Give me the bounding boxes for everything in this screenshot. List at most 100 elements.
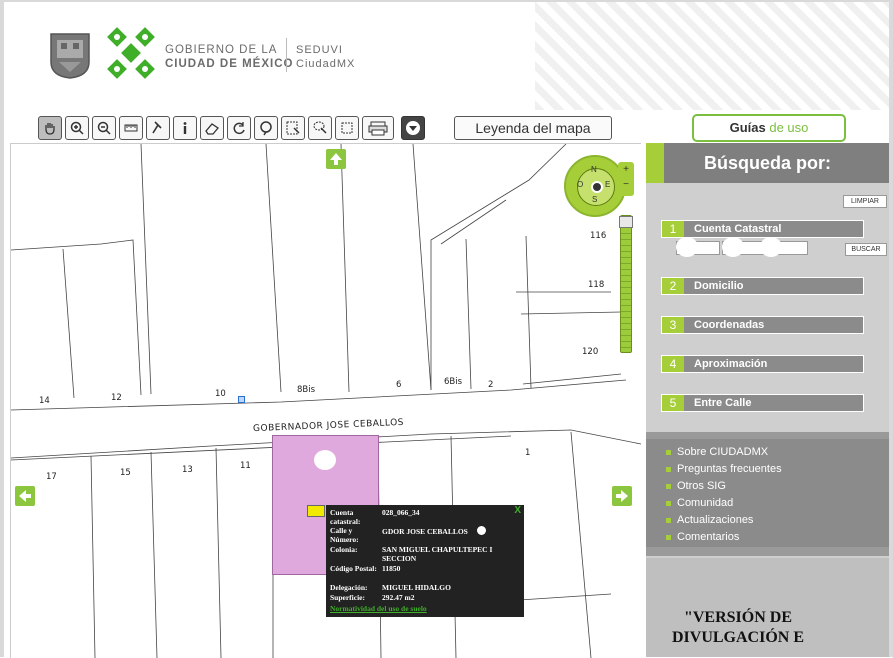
clear-button[interactable]: LIMPIAR (843, 195, 887, 208)
zoom-controls: + − (618, 162, 634, 196)
location-point[interactable] (238, 396, 245, 403)
pan-north-button[interactable] (326, 149, 346, 169)
land-use-link[interactable]: Normatividad del uso de suelo (330, 604, 427, 613)
option-number: 4 (662, 356, 684, 372)
lot-number: 118 (588, 280, 605, 290)
compass-west[interactable]: O (577, 180, 583, 189)
zoom-plus-button[interactable]: + (618, 162, 634, 177)
info-icon[interactable] (173, 116, 197, 140)
zoom-minus-button[interactable]: − (618, 177, 634, 192)
pan-west-button[interactable] (15, 486, 35, 506)
select-area-icon[interactable] (335, 116, 359, 140)
panel-title: Búsqueda por: (704, 153, 832, 173)
panel-divider (646, 547, 889, 556)
lot-number: 14 (39, 396, 50, 406)
zoom-slider[interactable] (620, 215, 632, 353)
link-label: Actualizaciones (677, 514, 754, 526)
logo-divider (286, 38, 287, 72)
lot-number: 116 (590, 231, 607, 241)
compass-north[interactable]: N (591, 165, 597, 174)
government-name: GOBIERNO DE LA CIUDAD DE MÉXICO (165, 43, 293, 71)
field-value: SAN MIGUEL CHAPULTEPEC I SECCION (382, 545, 493, 563)
search-option-4[interactable]: 4 Aproximación (661, 355, 864, 373)
arrow-left-icon (19, 490, 31, 502)
measure-ruler-icon[interactable] (119, 116, 143, 140)
bullet-icon (666, 500, 671, 506)
agency-name: SEDUVI CiudadMX (296, 43, 355, 71)
lot-number: 6Bis (444, 377, 463, 387)
link-label: Comentarios (677, 531, 740, 543)
compass-south[interactable]: S (592, 195, 597, 204)
search-button[interactable]: BUSCAR (845, 243, 887, 256)
search-option-3[interactable]: 3 Coordenadas (661, 316, 864, 334)
legend-button[interactable]: Leyenda del mapa (454, 116, 612, 140)
eraser-icon[interactable] (200, 116, 224, 140)
link-updates[interactable]: Actualizaciones (666, 514, 753, 526)
compass-center-dot (591, 181, 603, 193)
field-label: Superficie: (330, 593, 365, 602)
option-number: 3 (662, 317, 684, 333)
link-faq[interactable]: Preguntas frecuentes (666, 463, 782, 475)
link-label: Comunidad (677, 497, 734, 509)
guides-label-a: Guías (729, 120, 766, 135)
lot-number: 15 (120, 468, 131, 478)
link-label: Otros SIG (677, 480, 726, 492)
bullet-icon (666, 534, 671, 540)
lot-number: 8Bis (297, 385, 316, 395)
window-frame-right (889, 0, 893, 657)
link-comments[interactable]: Comentarios (666, 531, 739, 543)
download-icon[interactable] (401, 116, 425, 140)
field-value: MIGUEL HIDALGO (382, 583, 451, 592)
link-about[interactable]: Sobre CIUDADMX (666, 446, 768, 458)
search-option-2[interactable]: 2 Domicilio (661, 277, 864, 295)
link-community[interactable]: Comunidad (666, 497, 733, 509)
zoom-out-icon[interactable] (92, 116, 116, 140)
redaction-dot (477, 526, 486, 535)
bullet-icon (666, 483, 671, 489)
version-line-2: DIVULGACIÓN E (671, 629, 804, 646)
option-label: Aproximación (694, 358, 768, 370)
rotate-right-icon[interactable] (254, 116, 278, 140)
field-label: Colonia: (330, 545, 358, 554)
parcel-marker[interactable] (307, 505, 325, 517)
option-number: 2 (662, 278, 684, 294)
option-label: Entre Calle (694, 397, 752, 409)
window-frame-left (0, 0, 4, 657)
lot-number: 17 (46, 472, 57, 482)
lot-number: 120 (582, 347, 599, 357)
option-label: Domicilio (694, 280, 744, 292)
coat-of-arms-icon (50, 33, 90, 79)
compass-control[interactable]: N S E O (564, 155, 626, 217)
map-toolbar (38, 116, 425, 140)
lot-number: 1 (525, 448, 531, 458)
pin-icon[interactable] (146, 116, 170, 140)
search-option-5[interactable]: 5 Entre Calle (661, 394, 864, 412)
select-lasso-icon[interactable] (308, 116, 332, 140)
arrow-up-icon (330, 153, 342, 165)
agency-subtitle: CiudadMX (296, 58, 356, 70)
zoom-in-icon[interactable] (65, 116, 89, 140)
parcel-redaction (314, 450, 336, 470)
link-other-sig[interactable]: Otros SIG (666, 480, 726, 492)
gov-line-1: GOBIERNO DE LA (165, 44, 278, 56)
parcel-info-popup: X Cuenta catastral: 028_066_34 Calle y Nú… (326, 505, 524, 617)
field-label: Código Postal: (330, 564, 377, 573)
arrow-right-icon (616, 490, 628, 502)
option-label: Cuenta Catastral (694, 223, 782, 235)
print-icon[interactable] (362, 116, 394, 140)
pan-east-button[interactable] (612, 486, 632, 506)
close-icon[interactable]: X (514, 506, 521, 516)
pan-hand-icon[interactable] (38, 116, 62, 140)
bullet-icon (666, 466, 671, 472)
field-label: Delegación: (330, 583, 368, 592)
field-redaction (722, 237, 744, 257)
select-rect-icon[interactable] (281, 116, 305, 140)
guides-button[interactable]: Guías de uso (692, 114, 846, 142)
version-line-1: "VERSIÓN DE (683, 609, 792, 626)
zoom-slider-thumb[interactable] (619, 216, 633, 228)
search-option-1[interactable]: 1 Cuenta Catastral (661, 220, 864, 238)
field-redaction (760, 237, 782, 257)
rotate-left-icon[interactable] (227, 116, 251, 140)
compass-east[interactable]: E (605, 180, 610, 189)
field-value: 292.47 m2 (382, 593, 415, 602)
